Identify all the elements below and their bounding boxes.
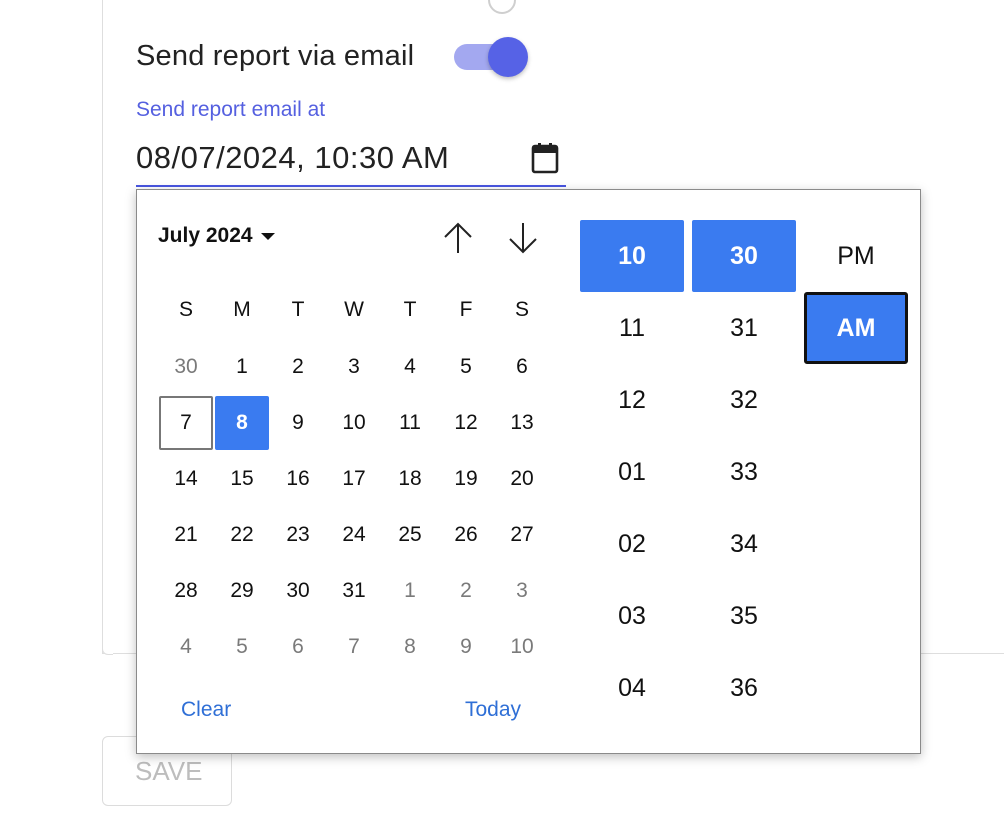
calendar-day[interactable]: 8 [383, 620, 437, 674]
calendar-day[interactable]: 31 [327, 564, 381, 618]
datetime-picker-popup: July 2024 SMTWTFS 30 1 2 3 4 5 6 7 8 9 10 11 12 13 14 1… [136, 189, 921, 754]
calendar-day[interactable]: 3 [327, 340, 381, 394]
calendar-day[interactable]: 12 [439, 396, 493, 450]
hour-option[interactable]: 04 [580, 652, 684, 724]
minute-option[interactable]: 30 [692, 220, 796, 292]
calendar-day[interactable]: 4 [383, 340, 437, 394]
report-settings-page: Send report via email Send report email … [0, 0, 1004, 820]
calendar-day[interactable]: 20 [495, 452, 549, 506]
weekday-label: W [344, 298, 364, 321]
weekday-label: F [459, 298, 473, 321]
arrow-down-icon[interactable] [505, 220, 541, 256]
calendar-day[interactable]: 5 [215, 620, 269, 674]
datetime-input-underline [136, 185, 566, 187]
minute-option[interactable]: 35 [692, 580, 796, 652]
month-year-dropdown[interactable]: July 2024 [158, 224, 275, 248]
calendar-day[interactable]: 13 [495, 396, 549, 450]
email-toggle-switch[interactable] [452, 36, 532, 80]
calendar-day[interactable]: 30 [159, 340, 213, 394]
hour-option[interactable]: 02 [580, 508, 684, 580]
calendar-day[interactable]: 22 [215, 508, 269, 562]
calendar-day[interactable]: 11 [383, 396, 437, 450]
calendar-day[interactable]: 24 [327, 508, 381, 562]
weekday-label: S [514, 298, 529, 321]
calendar-day[interactable]: 10 [495, 620, 549, 674]
weekday-label: T [403, 298, 417, 321]
calendar-day[interactable]: 1 [383, 564, 437, 618]
calendar-day[interactable]: 29 [215, 564, 269, 618]
hour-option[interactable]: 10 [580, 220, 684, 292]
month-year-label: July 2024 [158, 224, 253, 247]
card-corner [102, 644, 113, 655]
calendar-day[interactable]: 4 [159, 620, 213, 674]
hour-option[interactable]: 12 [580, 364, 684, 436]
email-toggle-label: Send report via email [136, 40, 415, 72]
calendar-day[interactable]: 6 [495, 340, 549, 394]
calendar-day[interactable]: 2 [271, 340, 325, 394]
calendar-day[interactable]: 8 [215, 396, 269, 450]
clear-button[interactable]: Clear [181, 698, 231, 722]
meridiem-option[interactable]: AM [804, 292, 908, 364]
calendar-day[interactable]: 25 [383, 508, 437, 562]
calendar-icon[interactable] [530, 142, 560, 174]
arrow-up-icon[interactable] [440, 220, 476, 256]
calendar-day[interactable]: 16 [271, 452, 325, 506]
calendar-day[interactable]: 21 [159, 508, 213, 562]
hour-option[interactable]: 01 [580, 436, 684, 508]
radio-button-partial[interactable] [488, 0, 516, 14]
toggle-thumb [488, 37, 528, 77]
calendar-day[interactable]: 1 [215, 340, 269, 394]
calendar-day[interactable]: 18 [383, 452, 437, 506]
calendar-day[interactable]: 3 [495, 564, 549, 618]
calendar-day[interactable]: 30 [271, 564, 325, 618]
caret-down-icon [260, 232, 275, 240]
minute-option[interactable]: 32 [692, 364, 796, 436]
minute-option[interactable]: 34 [692, 508, 796, 580]
calendar-day[interactable]: 27 [495, 508, 549, 562]
minute-option[interactable]: 33 [692, 436, 796, 508]
calendar-day[interactable]: 28 [159, 564, 213, 618]
weekday-label: T [291, 298, 305, 321]
hour-option[interactable]: 11 [580, 292, 684, 364]
minute-option[interactable]: 36 [692, 652, 796, 724]
hour-option[interactable]: 03 [580, 580, 684, 652]
calendar-day[interactable]: 17 [327, 452, 381, 506]
datetime-input[interactable]: 08/07/2024, 10:30 AM [136, 140, 449, 176]
calendar-day[interactable]: 23 [271, 508, 325, 562]
calendar-day[interactable]: 9 [271, 396, 325, 450]
calendar-day[interactable]: 5 [439, 340, 493, 394]
calendar-day[interactable]: 14 [159, 452, 213, 506]
today-button[interactable]: Today [465, 698, 521, 722]
calendar-day[interactable]: 10 [327, 396, 381, 450]
calendar-day[interactable]: 26 [439, 508, 493, 562]
calendar-day[interactable]: 6 [271, 620, 325, 674]
calendar-day[interactable]: 7 [327, 620, 381, 674]
card-border [102, 0, 103, 654]
calendar-day[interactable]: 2 [439, 564, 493, 618]
weekday-label: M [233, 298, 251, 321]
calendar-day[interactable]: 9 [439, 620, 493, 674]
weekday-label: S [178, 298, 193, 321]
minute-option[interactable]: 31 [692, 292, 796, 364]
calendar-day[interactable]: 19 [439, 452, 493, 506]
datetime-field-label: Send report email at [136, 98, 326, 121]
calendar-day[interactable]: 15 [215, 452, 269, 506]
calendar-day[interactable]: 7 [159, 396, 213, 450]
meridiem-option[interactable]: PM [804, 220, 908, 292]
